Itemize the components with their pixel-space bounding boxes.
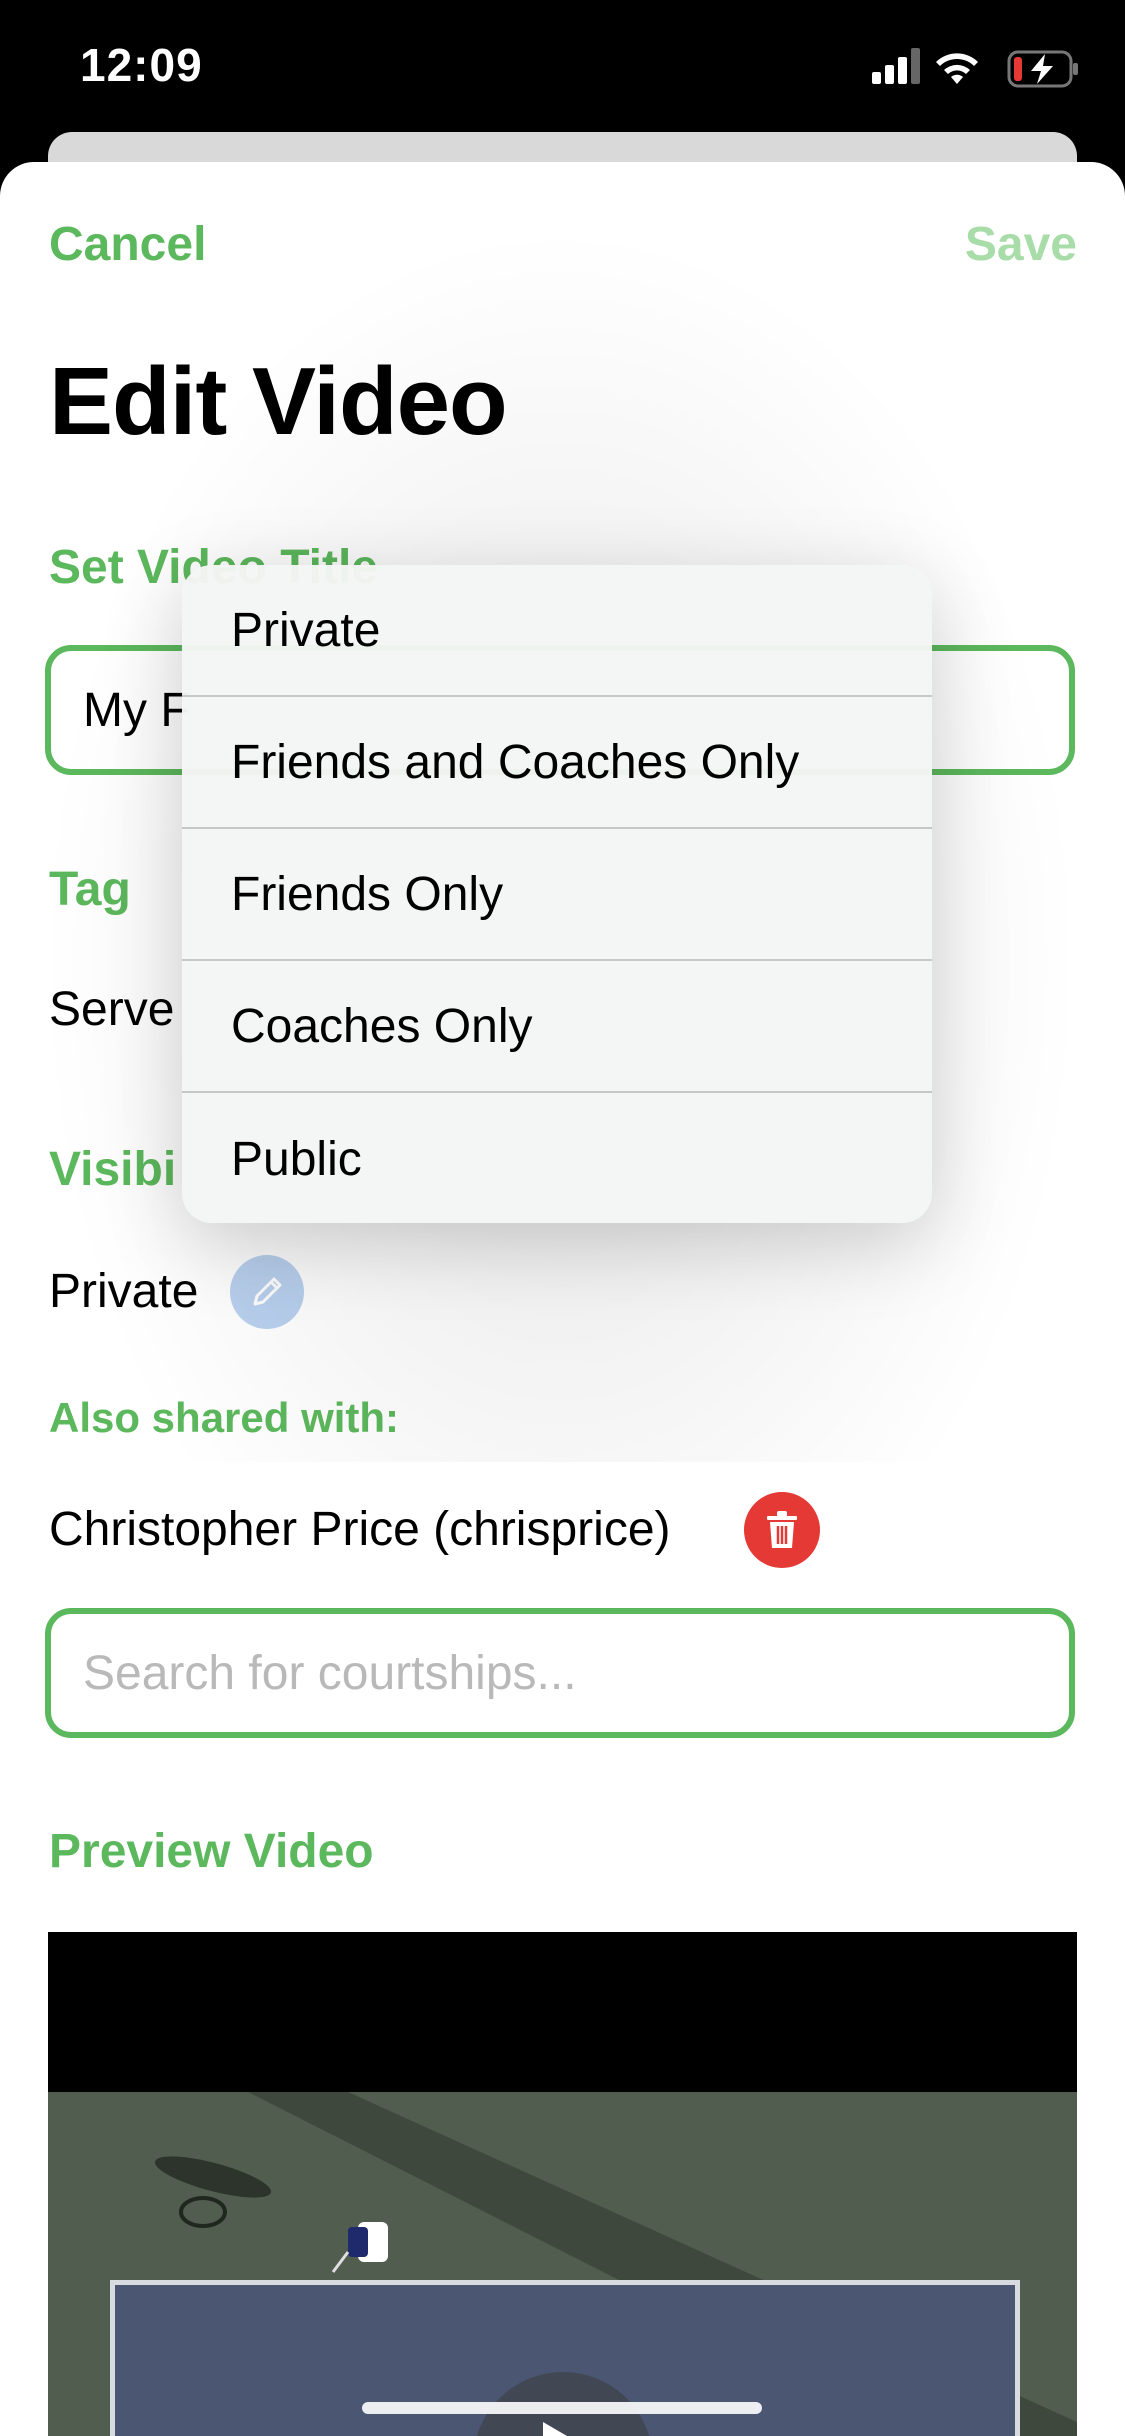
remove-shared-user-button[interactable] — [744, 1492, 820, 1568]
visibility-menu: Private Friends and Coaches Only Friends… — [182, 565, 932, 1223]
video-preview[interactable] — [48, 1932, 1077, 2436]
shared-user-name: Christopher Price (chrisprice) — [49, 1503, 671, 1556]
trash-icon — [767, 1511, 797, 1548]
tag-value[interactable]: Serve — [49, 982, 174, 1037]
battery-charging-icon — [1007, 50, 1078, 88]
status-bar: 12:09 — [0, 0, 1125, 140]
preview-video-label: Preview Video — [49, 1825, 374, 1878]
home-indicator — [362, 2402, 762, 2414]
edit-video-sheet: Cancel Save Edit Video Set Video Title M… — [0, 162, 1125, 2436]
save-button[interactable]: Save — [965, 217, 1077, 272]
menu-item-friends-only[interactable]: Friends Only — [182, 829, 932, 961]
search-input[interactable]: Search for courtships... — [45, 1608, 1075, 1738]
wifi-icon — [936, 53, 978, 84]
edit-visibility-button[interactable] — [230, 1255, 304, 1329]
page-title: Edit Video — [49, 348, 508, 455]
menu-item-friends-and-coaches[interactable]: Friends and Coaches Only — [182, 697, 932, 829]
search-placeholder: Search for courtships... — [83, 1646, 577, 1700]
visibility-value: Private — [49, 1265, 199, 1318]
menu-item-public[interactable]: Public — [182, 1093, 932, 1223]
also-shared-label: Also shared with: — [49, 1394, 400, 1441]
menu-item-private[interactable]: Private — [182, 565, 932, 697]
menu-item-coaches-only[interactable]: Coaches Only — [182, 961, 932, 1093]
visibility-label: Visibi — [49, 1143, 177, 1196]
cellular-signal-icon — [872, 48, 920, 84]
video-title-value: My F — [83, 683, 190, 737]
pencil-icon — [253, 1277, 282, 1306]
tag-label: Tag — [49, 863, 131, 916]
cancel-button[interactable]: Cancel — [49, 217, 206, 272]
status-time: 12:09 — [80, 39, 203, 91]
